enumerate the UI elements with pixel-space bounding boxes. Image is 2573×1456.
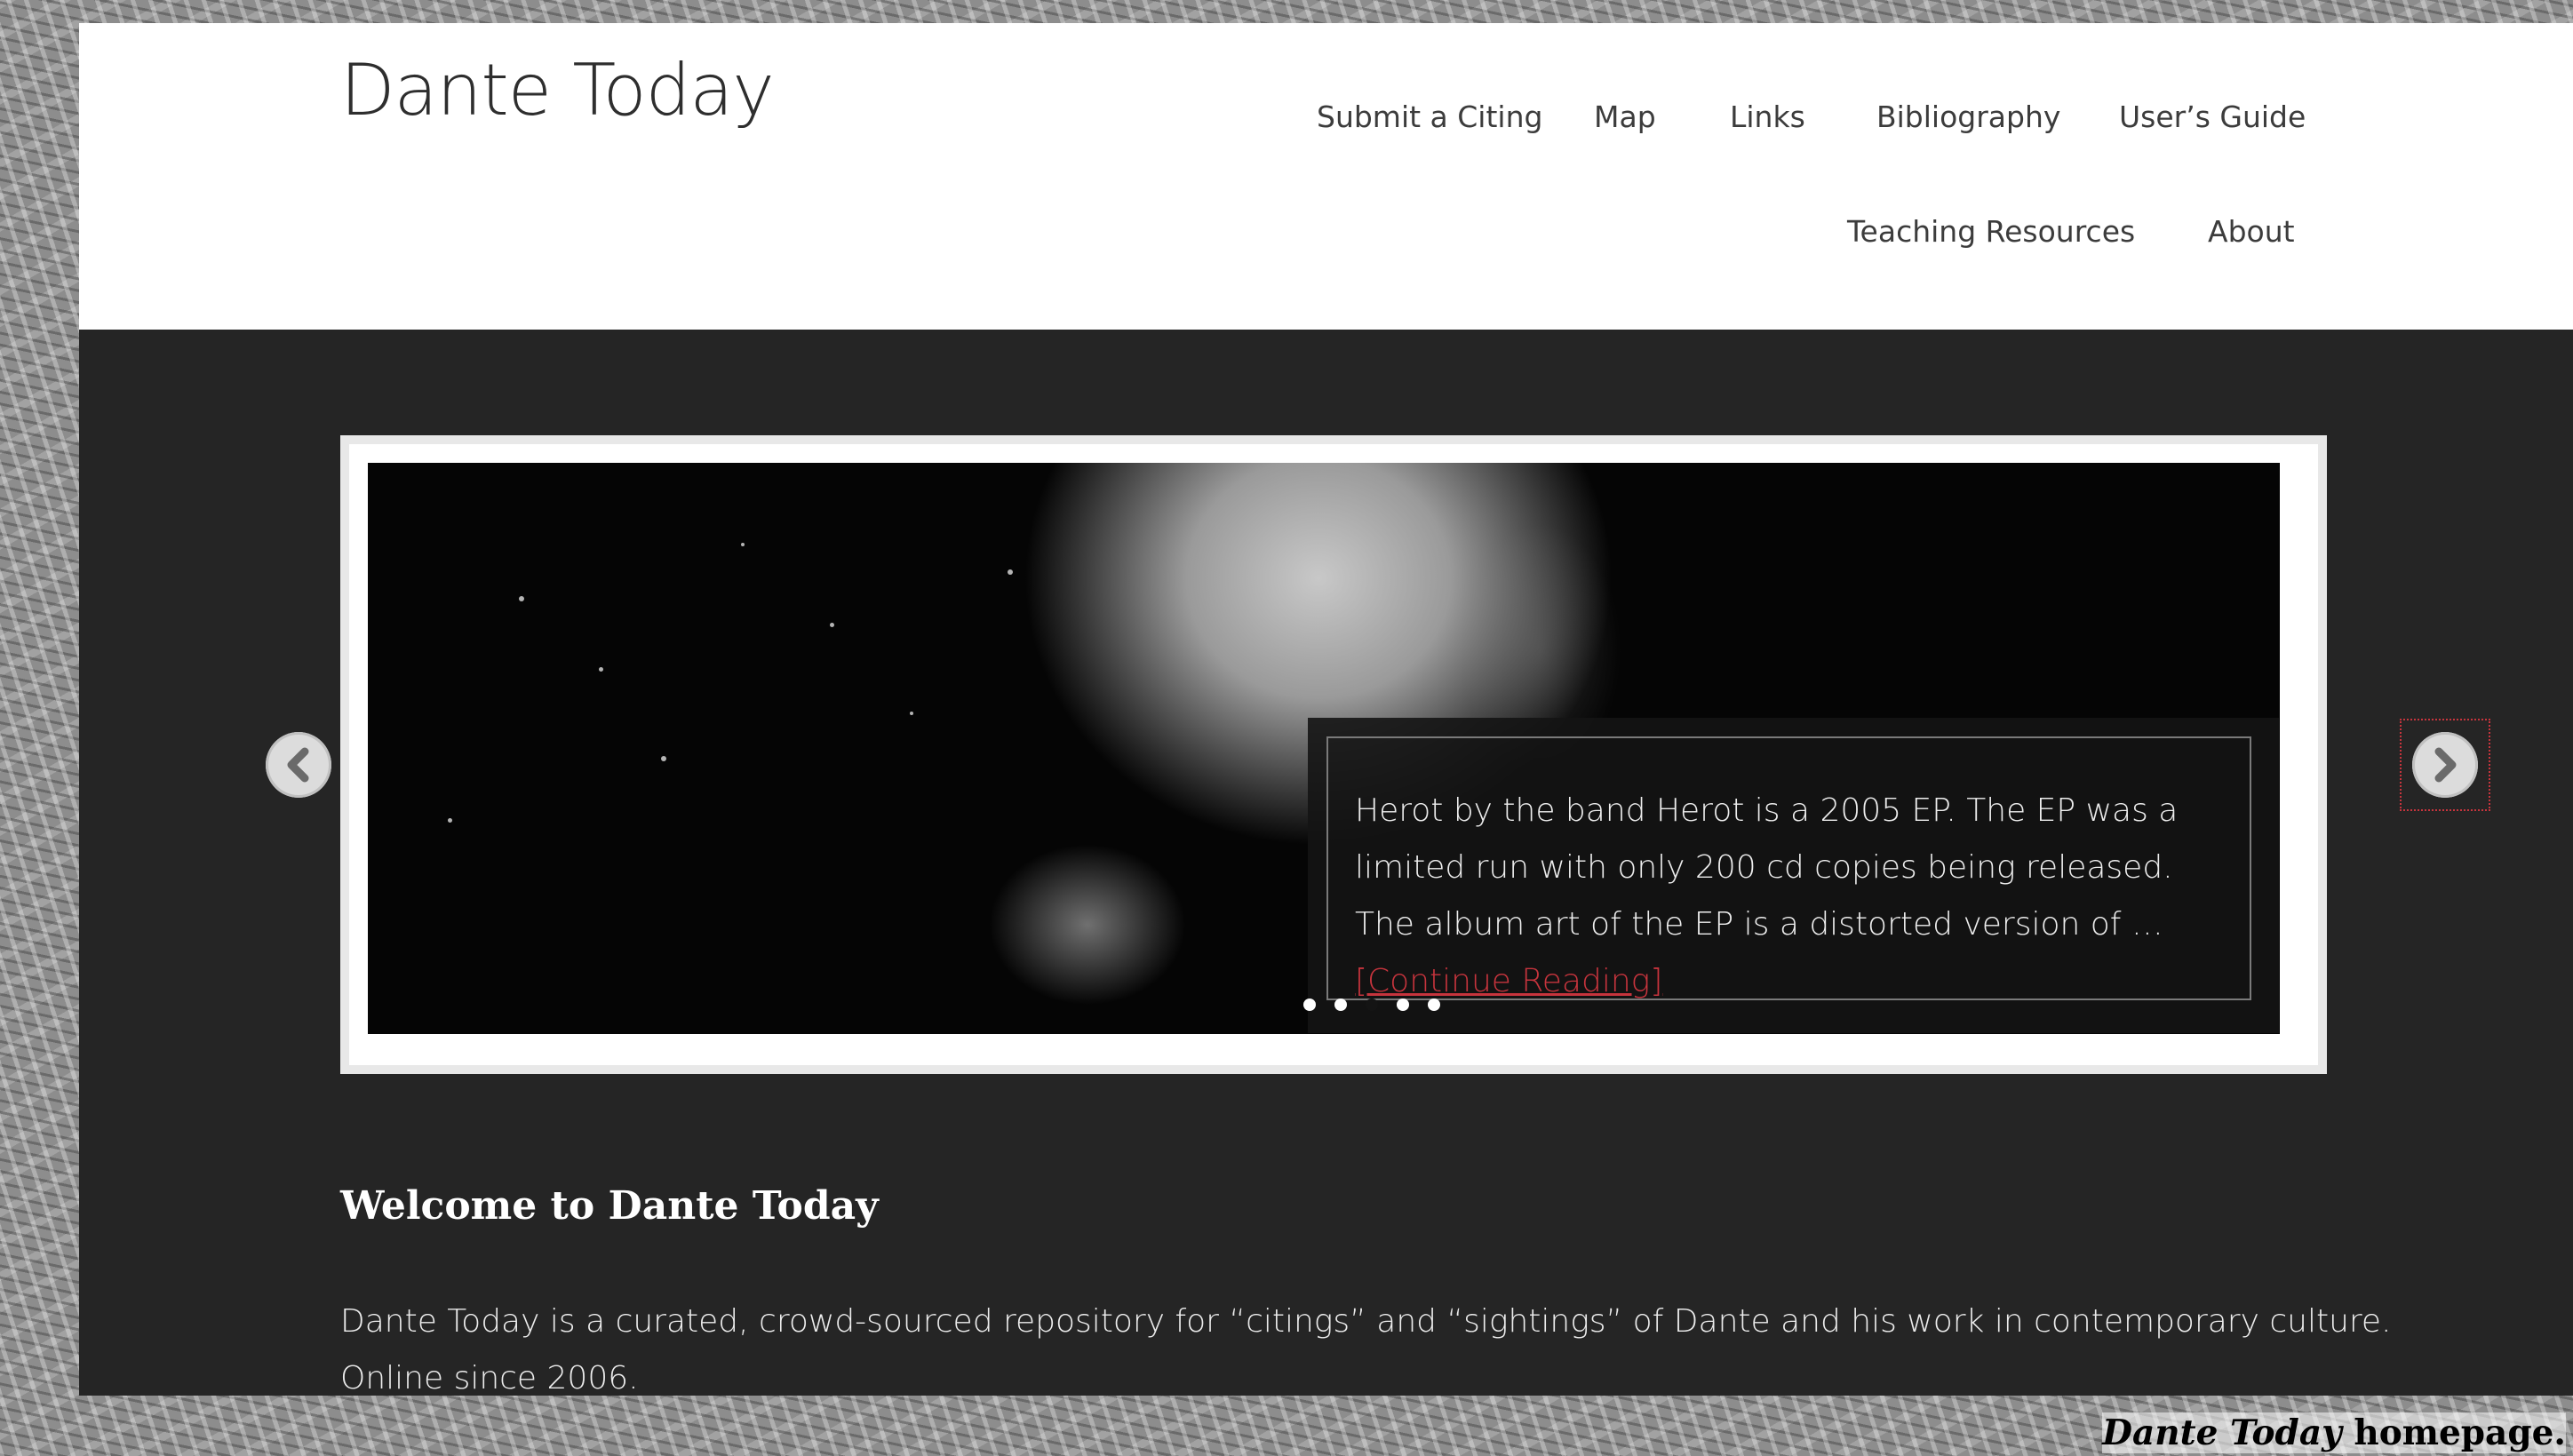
figure-caption-title: Dante Today [2102,1412,2342,1453]
slider-pagination [1303,994,1481,1015]
slider-dot-3[interactable] [1366,999,1378,1011]
site-header: Dante Today Submit a Citing Map Links Bi… [79,23,2573,330]
figure-caption: Dante Today homepage. [2102,1412,2566,1453]
welcome-heading: Welcome to Dante Today [340,1183,879,1229]
slider-next-button[interactable] [2412,732,2478,798]
featured-slider: Herot by the band Herot is a 2005 EP. Th… [340,435,2327,1074]
nav-item-about[interactable]: About [2208,214,2295,249]
image-speck [741,543,745,546]
slider-dot-1[interactable] [1303,999,1316,1011]
site-title[interactable]: Dante Today [340,44,775,137]
slide-caption-text: Herot by the band Herot is a 2005 EP. Th… [1355,792,2179,943]
image-speck [661,756,666,761]
page-container: Dante Today Submit a Citing Map Links Bi… [79,23,2573,1396]
nav-item-map[interactable]: Map [1594,99,1656,134]
slide-image[interactable]: Herot by the band Herot is a 2005 EP. Th… [368,463,2280,1034]
welcome-text: Dante Today is a curated, crowd-sourced … [340,1303,2392,1396]
image-speck [830,623,834,627]
figure-caption-rest: homepage. [2341,1412,2566,1453]
slide-caption: Herot by the band Herot is a 2005 EP. Th… [1355,783,2234,1010]
image-speck [448,818,452,823]
nav-item-submit-a-citing[interactable]: Submit a Citing [1317,99,1542,134]
slider-dot-5[interactable] [1428,999,1440,1011]
nav-item-teaching-resources[interactable]: Teaching Resources [1847,214,2135,249]
slider-prev-button[interactable] [266,732,331,798]
slider-dot-2[interactable] [1334,999,1347,1011]
nav-item-links[interactable]: Links [1730,99,1805,134]
nav-item-users-guide[interactable]: User’s Guide [2119,99,2306,134]
image-speck [1008,569,1013,575]
image-speck [519,596,524,601]
chevron-right-icon [2434,747,2457,783]
slide-caption-box: Herot by the band Herot is a 2005 EP. Th… [1308,718,2279,1033]
slider-dot-4[interactable] [1397,999,1409,1011]
nav-item-bibliography[interactable]: Bibliography [1876,99,2060,134]
image-speck [910,712,913,715]
chevron-left-icon [287,747,309,783]
slide-caption-border: Herot by the band Herot is a 2005 EP. Th… [1326,736,2251,1000]
image-speck [599,667,603,672]
